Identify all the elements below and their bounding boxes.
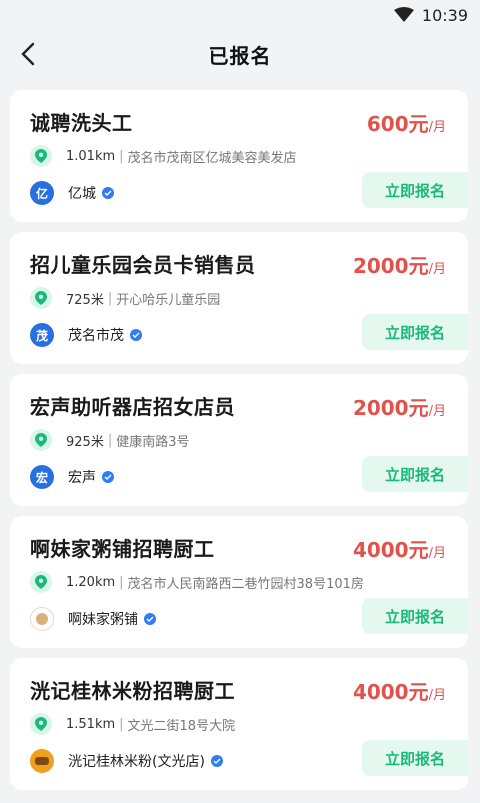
status-bar: 10:39 (0, 0, 480, 30)
header: 已报名 (0, 30, 480, 78)
company-logo (30, 749, 54, 773)
separator: | (119, 716, 124, 732)
apply-button[interactable]: 立即报名 (362, 172, 468, 208)
address: 开心哈乐儿童乐园 (116, 292, 221, 308)
location-row: 1.01km | 茂名市茂南区亿城美容美发店 (30, 145, 297, 167)
salary-unit: /月 (428, 404, 446, 419)
distance: 1.51km (66, 716, 116, 732)
job-salary: 2000元/月 (353, 392, 446, 421)
company-row: 亿 亿城 (30, 180, 114, 206)
salary-amount: 2000元 (352, 254, 429, 278)
status-time: 10:39 (421, 5, 468, 25)
location-pin-icon (30, 145, 52, 167)
company-row: 啊妹家粥铺 (30, 606, 156, 632)
salary-amount: 2000元 (352, 396, 429, 420)
job-title: 啊妹家粥铺招聘厨工 (30, 537, 215, 561)
company-name: 茂名市茂 (68, 328, 124, 344)
salary-unit: /月 (428, 688, 446, 703)
location-row: 1.20km | 茂名市人民南路西二巷竹园村38号101房 (30, 571, 364, 593)
distance: 925米 (66, 434, 104, 450)
page-title: 已报名 (208, 43, 272, 68)
separator: | (119, 148, 124, 164)
back-button[interactable] (14, 40, 42, 68)
location-pin-icon (30, 287, 52, 309)
location-pin-icon (30, 571, 52, 593)
apply-button[interactable]: 立即报名 (362, 314, 468, 350)
apply-button[interactable]: 立即报名 (362, 740, 468, 776)
company-name: 宏声 (68, 470, 96, 486)
salary-amount: 600元 (366, 112, 429, 136)
apply-button[interactable]: 立即报名 (362, 456, 468, 492)
location-row: 925米 | 健康南路3号 (30, 429, 190, 451)
job-list: 诚聘洗头工 600元/月 1.01km | 茂名市茂南区亿城美容美发店 亿 亿城… (10, 90, 468, 800)
distance: 1.20km (66, 574, 116, 590)
company-name: 啊妹家粥铺 (68, 612, 138, 628)
salary-amount: 4000元 (352, 680, 429, 704)
location-row: 1.51km | 文光二街18号大院 (30, 713, 236, 735)
company-row: 茂 茂名市茂 (30, 322, 142, 348)
salary-amount: 4000元 (352, 538, 429, 562)
job-card[interactable]: 诚聘洗头工 600元/月 1.01km | 茂名市茂南区亿城美容美发店 亿 亿城… (10, 90, 468, 222)
company-name: 亿城 (68, 186, 96, 202)
job-title: 诚聘洗头工 (30, 111, 133, 135)
salary-unit: /月 (428, 546, 446, 561)
salary-unit: /月 (428, 120, 446, 135)
job-title: 招儿童乐园会员卡销售员 (30, 253, 256, 277)
job-title: 宏声助听器店招女店员 (30, 395, 235, 419)
address: 茂名市人民南路西二巷竹园村38号101房 (127, 576, 364, 592)
apply-button[interactable]: 立即报名 (362, 598, 468, 634)
location-row: 725米 | 开心哈乐儿童乐园 (30, 287, 221, 309)
address: 健康南路3号 (116, 434, 190, 450)
distance: 725米 (66, 292, 104, 308)
location-pin-icon (30, 713, 52, 735)
company-logo (30, 607, 54, 631)
verified-icon (130, 329, 142, 341)
job-title: 洸记桂林米粉招聘厨工 (30, 679, 235, 703)
salary-unit: /月 (428, 262, 446, 277)
job-salary: 4000元/月 (353, 676, 446, 705)
job-card[interactable]: 啊妹家粥铺招聘厨工 4000元/月 1.20km | 茂名市人民南路西二巷竹园村… (10, 516, 468, 648)
verified-icon (210, 755, 223, 767)
job-card[interactable]: 宏声助听器店招女店员 2000元/月 925米 | 健康南路3号 宏 宏声 立即… (10, 374, 468, 506)
separator: | (107, 290, 113, 306)
company-avatar: 宏 (30, 465, 54, 489)
job-salary: 600元/月 (367, 108, 446, 137)
wifi-icon (393, 7, 414, 22)
company-avatar: 亿 (30, 181, 54, 205)
distance: 1.01km (66, 148, 116, 164)
chevron-left-icon (21, 42, 35, 66)
company-row: 宏 宏声 (30, 464, 114, 490)
location-pin-icon (30, 429, 52, 451)
job-salary: 2000元/月 (353, 250, 446, 279)
company-avatar: 茂 (30, 323, 54, 347)
verified-icon (102, 187, 114, 199)
verified-icon (102, 471, 114, 483)
job-salary: 4000元/月 (353, 534, 446, 563)
verified-icon (144, 613, 156, 625)
company-name: 洸记桂林米粉(文光店) (68, 754, 205, 770)
job-card[interactable]: 招儿童乐园会员卡销售员 2000元/月 725米 | 开心哈乐儿童乐园 茂 茂名… (10, 232, 468, 364)
address: 文光二街18号大院 (127, 718, 236, 734)
company-row: 洸记桂林米粉(文光店) (30, 748, 223, 774)
address: 茂名市茂南区亿城美容美发店 (127, 150, 297, 166)
job-card[interactable]: 洸记桂林米粉招聘厨工 4000元/月 1.51km | 文光二街18号大院 洸记… (10, 658, 468, 790)
separator: | (107, 432, 113, 448)
separator: | (119, 574, 124, 590)
